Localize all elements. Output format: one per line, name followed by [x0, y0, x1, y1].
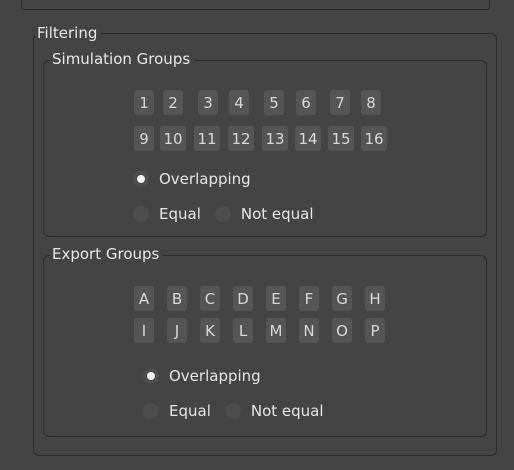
sim-group-12-button[interactable]: 12 — [228, 126, 254, 151]
simulation-groups-title: Simulation Groups — [50, 50, 195, 68]
filtering-title: Filtering — [35, 24, 102, 42]
sim-overlapping-option[interactable]: Overlapping — [133, 170, 265, 188]
export-not-equal-radio[interactable] — [224, 403, 241, 419]
export-group-p-button[interactable]: P — [365, 318, 385, 343]
sim-equal-options: Equal Not equal — [133, 205, 328, 223]
export-equal-options: Equal Not equal — [143, 402, 338, 420]
export-group-d-button[interactable]: D — [233, 286, 253, 311]
sim-equal-label: Equal — [159, 205, 201, 223]
export-not-equal-label: Not equal — [250, 402, 324, 420]
sim-equal-radio[interactable] — [133, 206, 149, 222]
export-group-m-button[interactable]: M — [266, 318, 286, 343]
sim-group-13-button[interactable]: 13 — [262, 126, 288, 151]
sim-group-1-button[interactable]: 1 — [134, 90, 154, 115]
sim-not-equal-label: Not equal — [240, 205, 314, 223]
export-group-e-button[interactable]: E — [266, 286, 286, 311]
previous-panel-edge — [21, 0, 490, 10]
export-group-h-button[interactable]: H — [365, 286, 385, 311]
export-group-f-button[interactable]: F — [299, 286, 319, 311]
sim-group-11-button[interactable]: 11 — [194, 126, 220, 151]
sim-group-14-button[interactable]: 14 — [295, 126, 321, 151]
sim-group-9-button[interactable]: 9 — [134, 126, 154, 151]
export-equal-label: Equal — [169, 402, 211, 420]
export-overlapping-label: Overlapping — [169, 367, 261, 385]
sim-overlapping-label: Overlapping — [159, 170, 251, 188]
export-group-a-button[interactable]: A — [134, 286, 154, 311]
export-group-g-button[interactable]: G — [332, 286, 352, 311]
sim-group-8-button[interactable]: 8 — [361, 90, 381, 115]
sim-not-equal-radio[interactable] — [214, 206, 231, 222]
sim-group-16-button[interactable]: 16 — [361, 126, 387, 151]
export-group-l-button[interactable]: L — [233, 318, 253, 343]
sim-group-5-button[interactable]: 5 — [264, 90, 284, 115]
export-overlapping-option[interactable]: Overlapping — [143, 367, 275, 385]
export-overlapping-radio[interactable] — [143, 368, 159, 384]
export-group-j-button[interactable]: J — [167, 318, 187, 343]
sim-overlapping-radio[interactable] — [133, 171, 149, 187]
sim-group-4-button[interactable]: 4 — [229, 90, 249, 115]
export-group-n-button[interactable]: N — [299, 318, 319, 343]
export-group-o-button[interactable]: O — [332, 318, 352, 343]
export-group-k-button[interactable]: K — [200, 318, 220, 343]
export-equal-radio[interactable] — [143, 403, 159, 419]
sim-group-7-button[interactable]: 7 — [330, 90, 350, 115]
export-group-c-button[interactable]: C — [200, 286, 220, 311]
export-group-i-button[interactable]: I — [134, 318, 154, 343]
sim-group-10-button[interactable]: 10 — [160, 126, 186, 151]
export-group-b-button[interactable]: B — [167, 286, 187, 311]
sim-group-2-button[interactable]: 2 — [163, 90, 183, 115]
sim-group-6-button[interactable]: 6 — [296, 90, 316, 115]
sim-group-3-button[interactable]: 3 — [198, 90, 218, 115]
export-groups-title: Export Groups — [50, 245, 164, 263]
sim-group-15-button[interactable]: 15 — [328, 126, 354, 151]
